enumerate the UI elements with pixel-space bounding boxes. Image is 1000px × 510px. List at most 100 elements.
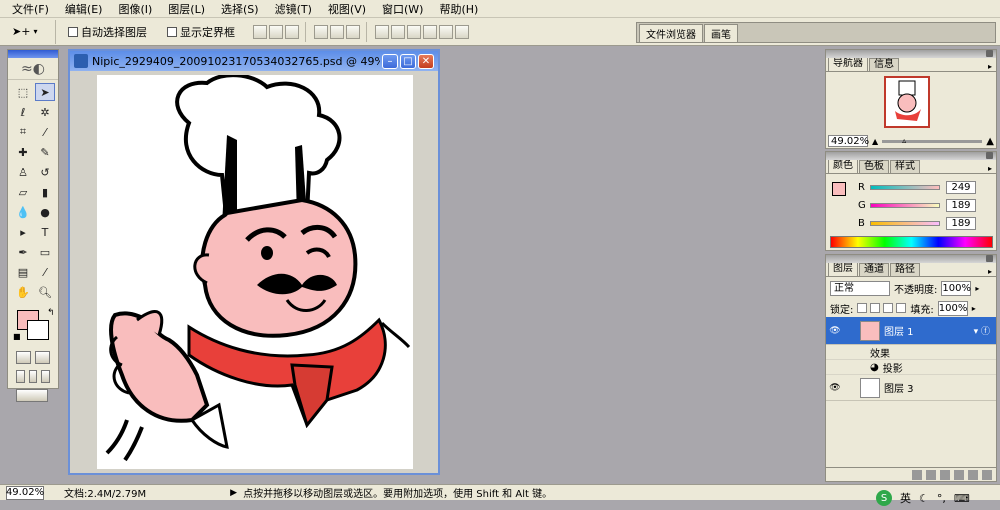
- tab-swatches[interactable]: 色板: [859, 160, 889, 173]
- play-icon[interactable]: ▶: [230, 488, 237, 498]
- background-color-swatch[interactable]: [27, 320, 49, 340]
- eraser-tool-icon[interactable]: ▱: [13, 183, 33, 201]
- align-top-button[interactable]: [253, 24, 267, 39]
- tab-brushes[interactable]: 画笔: [704, 24, 738, 42]
- dodge-tool-icon[interactable]: ●: [35, 203, 55, 221]
- panel-titlebar[interactable]: [826, 50, 996, 58]
- sogou-ime-icon[interactable]: S: [876, 490, 892, 506]
- type-tool-icon[interactable]: T: [35, 223, 55, 241]
- drop-shadow-row[interactable]: ◕ 投影: [826, 360, 996, 375]
- show-bounds-checkbox[interactable]: 显示定界框: [167, 24, 235, 40]
- menu-layer[interactable]: 图层(L): [160, 1, 213, 17]
- tab-layers[interactable]: 图层: [828, 262, 858, 276]
- tab-file-browser[interactable]: 文件浏览器: [639, 24, 703, 42]
- slider-knob[interactable]: ▵: [902, 136, 906, 145]
- menu-help[interactable]: 帮助(H): [431, 1, 486, 17]
- eyedropper-icon[interactable]: ⁄: [35, 263, 55, 281]
- zoom-tool-icon[interactable]: 🔍︎: [35, 283, 55, 301]
- panel-menu-icon[interactable]: ▸: [988, 62, 992, 71]
- red-value[interactable]: 249: [946, 180, 976, 194]
- slice-tool-icon[interactable]: ⁄: [35, 123, 55, 141]
- blue-slider[interactable]: [870, 220, 940, 226]
- align-bottom-button[interactable]: [285, 24, 299, 39]
- menu-view[interactable]: 视图(V): [320, 1, 374, 17]
- marquee-tool-icon[interactable]: ⬚: [13, 83, 33, 101]
- distribute-button[interactable]: [407, 24, 421, 39]
- distribute-button[interactable]: [439, 24, 453, 39]
- quick-mask-button[interactable]: [35, 351, 50, 364]
- panel-titlebar[interactable]: [826, 152, 996, 160]
- panel-titlebar[interactable]: [826, 255, 996, 263]
- visibility-eye-icon[interactable]: 👁︎: [826, 383, 844, 393]
- navigator-thumbnail[interactable]: [884, 76, 930, 128]
- zoom-slider[interactable]: ▵: [882, 136, 983, 145]
- document-size[interactable]: 文档:2.4M/2.79M: [64, 485, 146, 500]
- distribute-button[interactable]: [391, 24, 405, 39]
- close-icon[interactable]: [986, 50, 993, 57]
- tab-navigator[interactable]: 导航器: [828, 57, 868, 71]
- notes-tool-icon[interactable]: ▤: [13, 263, 33, 281]
- ime-moon-icon[interactable]: ☾: [919, 492, 929, 505]
- ime-language[interactable]: 英: [900, 490, 911, 506]
- blend-mode-select[interactable]: 正常: [830, 280, 890, 296]
- default-colors-icon[interactable]: ■: [13, 332, 21, 341]
- close-icon[interactable]: [986, 152, 993, 159]
- swap-colors-icon[interactable]: ↰: [47, 308, 55, 318]
- effects-row[interactable]: 效果: [826, 345, 996, 360]
- auto-select-checkbox[interactable]: 自动选择图层: [68, 24, 147, 40]
- color-spectrum-bar[interactable]: [830, 236, 993, 248]
- blur-tool-icon[interactable]: 💧: [13, 203, 33, 221]
- maximize-button[interactable]: □: [400, 53, 416, 69]
- delete-layer-icon[interactable]: [982, 469, 992, 480]
- menu-filter[interactable]: 滤镜(T): [267, 1, 320, 17]
- link-layers-icon[interactable]: [912, 469, 922, 480]
- fill-field[interactable]: 100%: [937, 300, 968, 316]
- tab-color[interactable]: 颜色: [828, 159, 858, 173]
- ime-keyboard-icon[interactable]: ⌨: [954, 492, 970, 505]
- distribute-button[interactable]: [455, 24, 469, 39]
- distribute-button[interactable]: [423, 24, 437, 39]
- image-canvas[interactable]: [97, 73, 413, 469]
- panel-menu-icon[interactable]: ▸: [988, 164, 992, 173]
- lock-pixels-icon[interactable]: [870, 303, 881, 313]
- lock-all-icon[interactable]: [896, 303, 907, 313]
- visibility-eye-icon[interactable]: 👁︎: [826, 326, 844, 336]
- history-brush-icon[interactable]: ↺: [35, 163, 55, 181]
- close-button[interactable]: ✕: [418, 53, 434, 69]
- toolbox-titlebar[interactable]: [8, 50, 58, 58]
- lasso-tool-icon[interactable]: ℓ: [13, 103, 33, 121]
- zoom-field[interactable]: 49.02%: [6, 485, 44, 500]
- brush-tool-icon[interactable]: ✎: [35, 143, 55, 161]
- zoom-in-icon[interactable]: ▲: [986, 136, 994, 147]
- move-tool-icon[interactable]: ➤: [35, 83, 55, 101]
- align-right-button[interactable]: [346, 24, 360, 39]
- add-mask-icon[interactable]: [940, 469, 950, 480]
- opacity-field[interactable]: 100%: [941, 280, 972, 296]
- menu-file[interactable]: 文件(F): [4, 1, 57, 17]
- tab-styles[interactable]: 样式: [890, 160, 920, 173]
- close-icon[interactable]: [986, 255, 993, 262]
- layer-row-1[interactable]: 👁︎ 图层 1 ▾ ⓕ: [826, 317, 996, 345]
- path-select-icon[interactable]: ▸: [13, 223, 33, 241]
- navigator-zoom-field[interactable]: 49.02%: [828, 135, 869, 147]
- menu-select[interactable]: 选择(S): [213, 1, 267, 17]
- lock-transparency-icon[interactable]: [857, 303, 868, 313]
- distribute-button[interactable]: [375, 24, 389, 39]
- gradient-tool-icon[interactable]: ▮: [35, 183, 55, 201]
- minimize-button[interactable]: –: [382, 53, 398, 69]
- magic-wand-icon[interactable]: ✲: [35, 103, 55, 121]
- menu-image[interactable]: 图像(I): [110, 1, 160, 17]
- chevron-right-icon[interactable]: ▸: [975, 284, 979, 293]
- layer-row-3[interactable]: 👁︎ 图层 3: [826, 375, 996, 401]
- feather-logo-icon[interactable]: ≈◐: [8, 58, 58, 80]
- tab-channels[interactable]: 通道: [859, 263, 889, 276]
- green-value[interactable]: 189: [946, 198, 976, 212]
- standard-mode-button[interactable]: [16, 351, 31, 364]
- document-titlebar[interactable]: Nipic_2929409_20091023170534032765.psd @…: [70, 51, 438, 71]
- crop-tool-icon[interactable]: ⌗: [13, 123, 33, 141]
- align-hcenter-button[interactable]: [330, 24, 344, 39]
- effects-icon[interactable]: ▾ ⓕ: [974, 324, 990, 337]
- green-slider[interactable]: [870, 202, 940, 208]
- ime-punct-icon[interactable]: °,: [937, 492, 946, 505]
- screen-mode-full-menu[interactable]: [28, 370, 38, 383]
